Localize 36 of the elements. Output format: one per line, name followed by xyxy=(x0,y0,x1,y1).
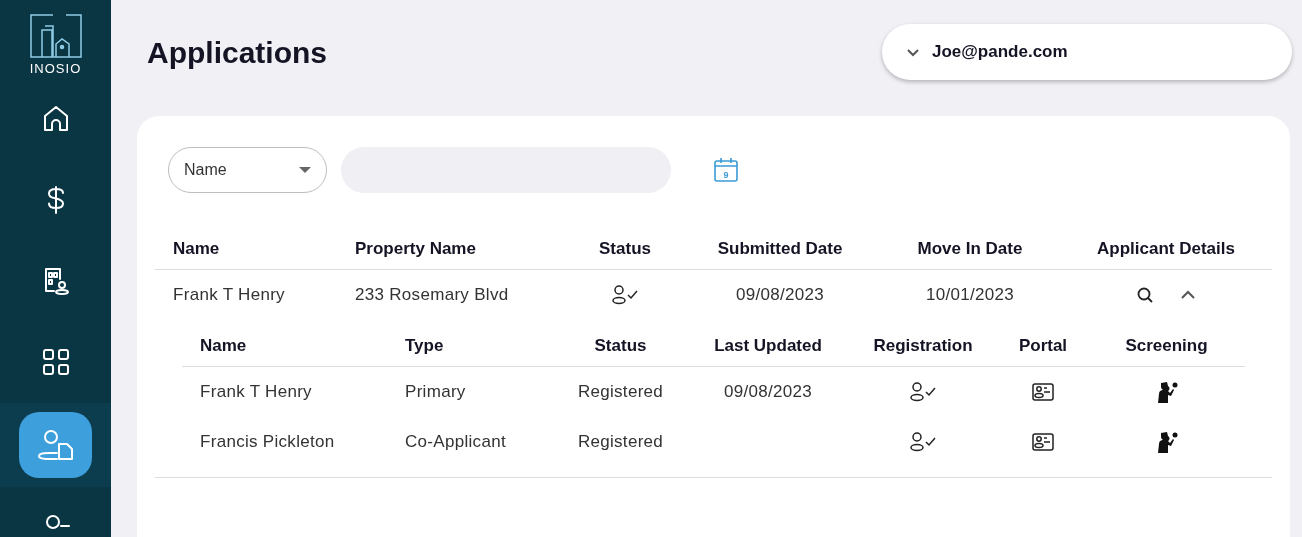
dropdown-arrow-icon xyxy=(299,167,311,173)
column-header: Registration xyxy=(872,335,974,358)
column-header: Name xyxy=(172,238,221,261)
column-header: Move In Date xyxy=(916,238,1024,261)
grid-icon[interactable] xyxy=(40,347,71,377)
nav-item[interactable] xyxy=(19,411,92,478)
column-header: Property Name xyxy=(354,238,477,261)
table-cell-text: 09/08/2023 xyxy=(722,381,814,404)
column-header: Applicant Details xyxy=(1096,238,1236,261)
column-header: Last Updated xyxy=(713,335,823,358)
table-cell-text: Registered xyxy=(576,431,665,454)
column-header: Submitted Date xyxy=(716,238,844,261)
user-menu[interactable]: Joe@pande.com xyxy=(882,23,1292,80)
column-header: Name xyxy=(199,335,248,358)
column-header: Screening xyxy=(1124,335,1209,358)
table-cell-text: Primary xyxy=(404,381,467,404)
chevron-icon[interactable] xyxy=(1180,290,1196,300)
column-header: Status xyxy=(598,238,652,261)
table-cell-text: 10/01/2023 xyxy=(924,284,1016,307)
column-header: Status xyxy=(593,335,648,358)
table-cell-text: 233 Rosemary Blvd xyxy=(354,284,510,307)
column-header: Portal xyxy=(1017,335,1069,358)
table-cell-text: Registered xyxy=(576,381,665,404)
id-card-icon[interactable] xyxy=(1032,433,1054,451)
table-cell-text: Frank T Henry xyxy=(172,284,286,307)
table-cell-text: Co-Applicant xyxy=(404,431,507,454)
logo-text: INOSIO xyxy=(29,60,82,78)
column-header: Type xyxy=(404,335,445,358)
logo-icon xyxy=(29,14,82,58)
search-icon[interactable] xyxy=(1136,286,1154,304)
table-cell-text: Frank T Henry xyxy=(199,381,313,404)
table-cell-text: 09/08/2023 xyxy=(734,284,826,307)
table-cell-text: Francis Pickleton xyxy=(199,431,336,454)
person-document-icon xyxy=(36,428,75,461)
id-card-icon[interactable] xyxy=(1032,383,1054,401)
page-title: Applications xyxy=(147,34,327,71)
